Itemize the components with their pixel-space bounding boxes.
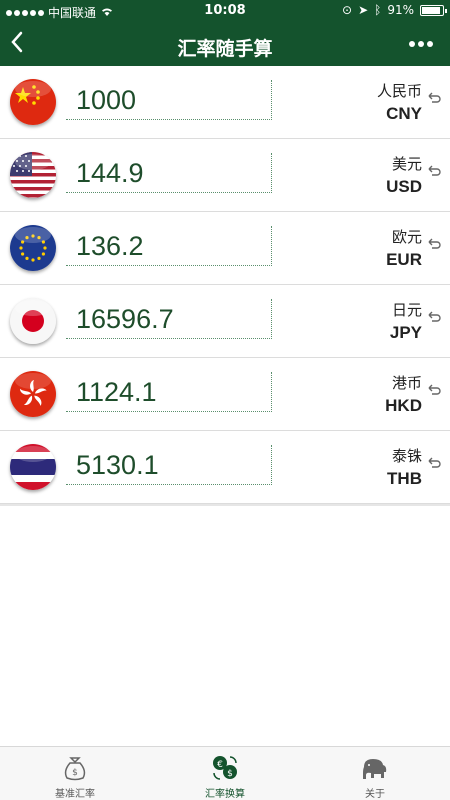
top-bar: 中国联通 10:08 ⊙ ➤ ᛒ 91% 汇率随手算 bbox=[0, 0, 450, 66]
swap-icon[interactable] bbox=[426, 163, 444, 183]
swap-icon[interactable] bbox=[426, 90, 444, 110]
amount-input[interactable]: 136.2 bbox=[66, 226, 272, 266]
svg-text:$: $ bbox=[227, 769, 233, 779]
currency-code: EUR bbox=[386, 250, 422, 269]
status-bar: 中国联通 10:08 ⊙ ➤ ᛒ 91% bbox=[0, 0, 450, 22]
currency-code: CNY bbox=[386, 104, 422, 123]
currency-row-usd[interactable]: 144.9 美元 USD bbox=[0, 139, 450, 212]
location-icon: ➤ bbox=[358, 3, 369, 17]
currency-name: 日元 bbox=[391, 301, 422, 319]
swap-icon[interactable] bbox=[426, 382, 444, 402]
tab-about[interactable]: 关于 bbox=[330, 753, 420, 800]
amount-input[interactable]: 144.9 bbox=[66, 153, 272, 193]
battery-icon bbox=[420, 4, 447, 16]
japan-flag-icon bbox=[10, 298, 56, 344]
tab-bar: $ 基准汇率 € $ 汇率换算 关于 bbox=[0, 746, 450, 800]
tab-label: 汇率换算 bbox=[205, 789, 245, 800]
currency-name: 美元 bbox=[391, 155, 422, 173]
svg-text:$: $ bbox=[72, 768, 78, 778]
tab-label: 基准汇率 bbox=[55, 789, 95, 800]
elephant-icon bbox=[360, 753, 390, 783]
currency-name: 泰铢 bbox=[391, 447, 422, 465]
amount-input[interactable]: 1000 bbox=[66, 80, 272, 120]
money-bag-icon: $ bbox=[60, 753, 90, 783]
battery-percent: 91% bbox=[387, 3, 414, 17]
page-title: 汇率随手算 bbox=[177, 38, 273, 60]
svg-text:€: € bbox=[217, 760, 223, 770]
tab-exchange[interactable]: € $ 汇率换算 bbox=[180, 753, 270, 800]
currency-code: THB bbox=[387, 469, 422, 488]
tab-label: 关于 bbox=[365, 789, 385, 800]
hongkong-flag-icon bbox=[10, 371, 56, 417]
status-right: ⊙ ➤ ᛒ 91% bbox=[342, 3, 447, 17]
currency-exchange-icon: € $ bbox=[210, 753, 240, 783]
lock-rotation-icon: ⊙ bbox=[342, 3, 353, 17]
currency-row-jpy[interactable]: 16596.7 日元 JPY bbox=[0, 285, 450, 358]
usa-flag-icon bbox=[10, 152, 56, 198]
currency-row-eur[interactable]: 136.2 欧元 EUR bbox=[0, 212, 450, 285]
currency-name: 港币 bbox=[391, 374, 422, 392]
eu-flag-icon bbox=[10, 225, 56, 271]
currency-row-thb[interactable]: 5130.1 泰铢 THB bbox=[0, 431, 450, 504]
swap-icon[interactable] bbox=[426, 236, 444, 256]
china-flag-icon bbox=[10, 79, 56, 125]
swap-icon[interactable] bbox=[426, 455, 444, 475]
currency-list: 1000 人民币 CNY 144.9 美元 USD 136.2 欧元 EUR 1… bbox=[0, 66, 450, 504]
amount-input[interactable]: 1124.1 bbox=[66, 372, 272, 412]
currency-code: USD bbox=[386, 177, 422, 196]
currency-name: 欧元 bbox=[391, 228, 422, 246]
amount-input[interactable]: 16596.7 bbox=[66, 299, 272, 339]
tab-base-rate[interactable]: $ 基准汇率 bbox=[30, 753, 120, 800]
swap-icon[interactable] bbox=[426, 309, 444, 329]
currency-code: HKD bbox=[385, 396, 422, 415]
amount-input[interactable]: 5130.1 bbox=[66, 445, 272, 485]
currency-row-cny[interactable]: 1000 人民币 CNY bbox=[0, 66, 450, 139]
more-dots-icon[interactable] bbox=[406, 34, 436, 54]
currency-code: JPY bbox=[389, 323, 422, 342]
bluetooth-icon: ᛒ bbox=[374, 3, 382, 17]
currency-row-hkd[interactable]: 1124.1 港币 HKD bbox=[0, 358, 450, 431]
currency-name: 人民币 bbox=[376, 82, 422, 100]
thailand-flag-icon bbox=[10, 444, 56, 490]
